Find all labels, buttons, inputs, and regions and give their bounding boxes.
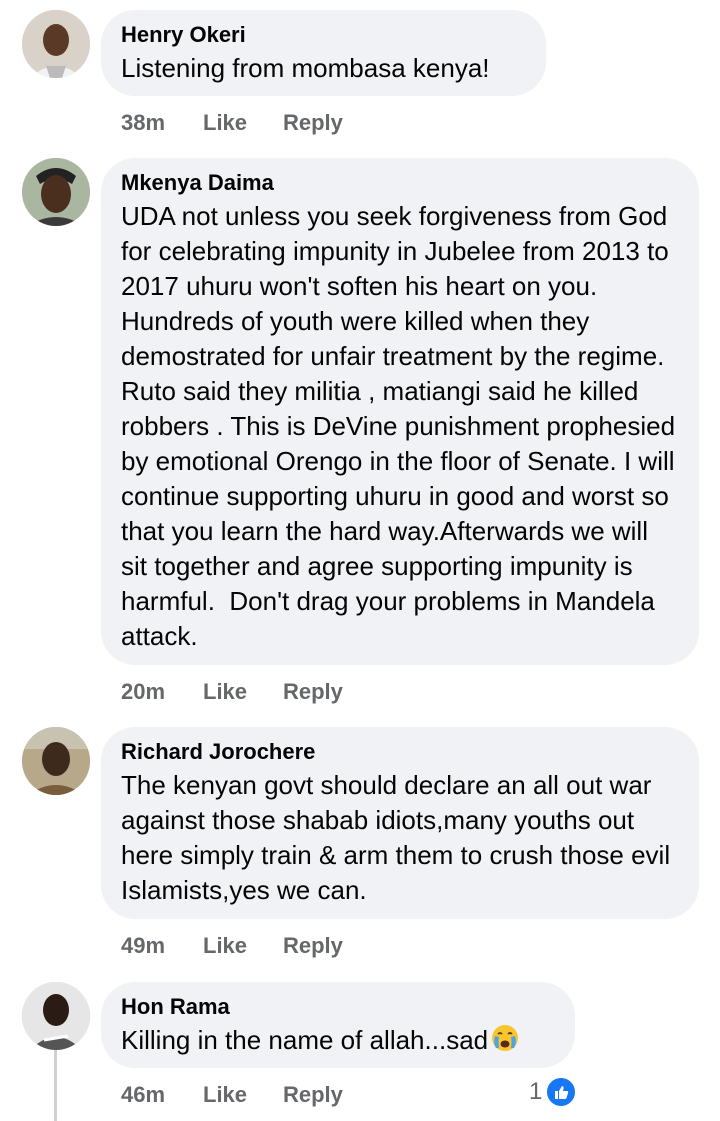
comment-bubble: Hon Rama Killing in the name of allah...… [101, 982, 575, 1068]
comment-bubble: Henry Okeri Listening from mombasa kenya… [101, 10, 546, 96]
like-button[interactable]: Like [203, 1082, 283, 1108]
comment-author[interactable]: Richard Jorochere [121, 739, 679, 765]
thumbs-up-icon [545, 1076, 578, 1108]
comment-bubble: Richard Jorochere The kenyan govt should… [101, 727, 699, 919]
comment-text: The kenyan govt should declare an all ou… [121, 770, 678, 905]
reply-button[interactable]: Reply [283, 110, 343, 136]
comment-timestamp[interactable]: 49m [121, 933, 203, 959]
reaction-summary[interactable]: 1 [529, 1076, 578, 1108]
comment-actions: 46m Like Reply [121, 1082, 343, 1108]
comment-author[interactable]: Henry Okeri [121, 22, 526, 48]
comment-actions: 38m Like Reply [121, 110, 343, 136]
comment-timestamp[interactable]: 38m [121, 110, 203, 136]
comment-text: UDA not unless you seek forgiveness from… [121, 201, 683, 651]
comment-timestamp[interactable]: 20m [121, 679, 203, 705]
reaction-count: 1 [529, 1078, 543, 1105]
comment-text-content: Killing in the name of allah...sad [121, 1025, 489, 1055]
avatar[interactable] [22, 982, 90, 1050]
comment-actions: 49m Like Reply [121, 933, 343, 959]
avatar[interactable] [22, 10, 90, 78]
comment-text: Listening from mombasa kenya! [121, 53, 490, 83]
like-button[interactable]: Like [203, 679, 283, 705]
reply-button[interactable]: Reply [283, 1082, 343, 1108]
reply-button[interactable]: Reply [283, 933, 343, 959]
comment-timestamp[interactable]: 46m [121, 1082, 203, 1108]
comment-text: Killing in the name of allah...sad [121, 1023, 555, 1058]
like-button[interactable]: Like [203, 110, 283, 136]
reply-button[interactable]: Reply [283, 679, 343, 705]
comment-author[interactable]: Hon Rama [121, 994, 555, 1020]
avatar[interactable] [22, 727, 90, 795]
comment-bubble: Mkenya Daima UDA not unless you seek for… [101, 158, 699, 665]
avatar[interactable] [22, 158, 90, 226]
like-button[interactable]: Like [203, 933, 283, 959]
thread-line [54, 1050, 57, 1121]
comment-author[interactable]: Mkenya Daima [121, 170, 679, 196]
crying-face-icon [492, 1025, 519, 1051]
comment-actions: 20m Like Reply [121, 679, 343, 705]
